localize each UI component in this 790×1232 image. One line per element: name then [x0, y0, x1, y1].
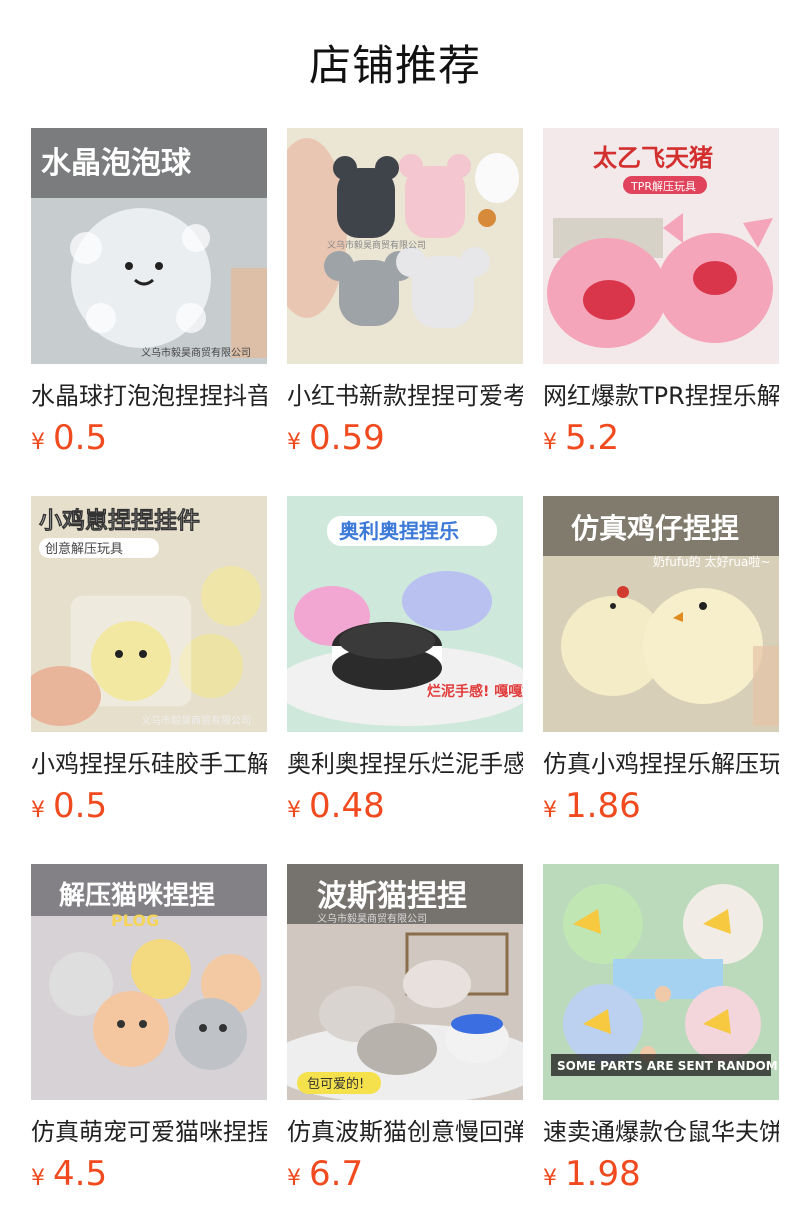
currency-symbol: ¥: [31, 1166, 45, 1191]
product-image[interactable]: 小鸡崽捏捏挂件 创意解压玩具 义乌市毅昊商贸有限公司: [31, 496, 267, 732]
thumb-banner: 仿真鸡仔捏捏: [571, 512, 739, 545]
product-price: ¥6.7: [287, 1154, 363, 1194]
product-image[interactable]: 解压猫咪捏捏 PLOG: [31, 864, 267, 1100]
thumb-subtext: TPR解压玩具: [630, 179, 696, 193]
thumb-banner: 解压猫咪捏捏: [59, 881, 215, 911]
product-name[interactable]: 小红书新款捏捏可爱考拉小熊: [287, 378, 523, 414]
product-image[interactable]: 仿真鸡仔捏捏 奶fufu的 太好rua啦~: [543, 496, 779, 732]
thumb-banner: 水晶泡泡球: [41, 146, 192, 181]
chick-icon: 小鸡崽捏捏挂件 创意解压玩具 义乌市毅昊商贸有限公司: [31, 496, 267, 732]
product-image[interactable]: 奥利奥捏捏乐 烂泥手感! 嘎嘎好捏!: [287, 496, 523, 732]
product-grid: 水晶泡泡球 义乌市毅昊商贸有限公司 水晶球打泡泡捏捏抖音同款 ¥0.5: [0, 0, 790, 1232]
bear-koala-icon: 义乌市毅昊商贸有限公司: [287, 128, 523, 364]
thumb-watermark: 义乌市毅昊商贸有限公司: [141, 346, 251, 359]
product-price: ¥0.59: [287, 418, 385, 458]
product-name[interactable]: 小鸡捏捏乐硅胶手工解压玩具: [31, 746, 267, 782]
oreo-icon: 奥利奥捏捏乐 烂泥手感! 嘎嘎好捏!: [287, 496, 523, 732]
thumb-banner: 太乙飞天猪: [593, 144, 713, 172]
currency-symbol: ¥: [287, 1166, 301, 1191]
cat-icon: 解压猫咪捏捏 PLOG: [31, 864, 267, 1100]
persian-cat-icon: 波斯猫捏捏 义乌市毅昊商贸有限公司 包可爱的!: [287, 864, 523, 1100]
currency-symbol: ¥: [543, 798, 557, 823]
price-value: 1.86: [565, 786, 641, 826]
product-price: ¥1.98: [543, 1154, 641, 1194]
price-value: 4.5: [53, 1154, 108, 1194]
product-image[interactable]: 水晶泡泡球 义乌市毅昊商贸有限公司: [31, 128, 267, 364]
product-name[interactable]: 仿真萌宠可爱猫咪捏捏乐: [31, 1114, 267, 1150]
thumb-banner: 小鸡崽捏捏挂件: [39, 507, 200, 534]
currency-symbol: ¥: [31, 798, 45, 823]
hamster-icon: SOME PARTS ARE SENT RANDOM: [543, 864, 779, 1100]
price-value: 0.48: [309, 786, 385, 826]
currency-symbol: ¥: [287, 798, 301, 823]
product-price: ¥0.5: [31, 418, 107, 458]
product-name[interactable]: 速卖通爆款仓鼠华夫饼捏捏: [543, 1114, 779, 1150]
product-image[interactable]: SOME PARTS ARE SENT RANDOM: [543, 864, 779, 1100]
thumb-watermark: 义乌市毅昊商贸有限公司: [317, 912, 427, 925]
price-value: 0.59: [309, 418, 385, 458]
price-value: 0.5: [53, 786, 108, 826]
price-value: 0.5: [53, 418, 108, 458]
product-name[interactable]: 奥利奥捏捏乐烂泥手感解压: [287, 746, 523, 782]
currency-symbol: ¥: [31, 430, 45, 455]
product-image[interactable]: 太乙飞天猪 TPR解压玩具: [543, 128, 779, 364]
product-image[interactable]: 波斯猫捏捏 义乌市毅昊商贸有限公司 包可爱的!: [287, 864, 523, 1100]
product-name[interactable]: 仿真波斯猫创意慢回弹解压: [287, 1114, 523, 1150]
product-price: ¥0.48: [287, 786, 385, 826]
pig-icon: 太乙飞天猪 TPR解压玩具: [543, 128, 779, 364]
thumb-banner: 波斯猫捏捏: [317, 879, 467, 914]
product-price: ¥4.5: [31, 1154, 107, 1194]
thumb-subtext: 烂泥手感! 嘎嘎好捏!: [427, 683, 523, 700]
thumb-subtext: 创意解压玩具: [45, 541, 123, 557]
currency-symbol: ¥: [287, 430, 301, 455]
price-value: 6.7: [309, 1154, 364, 1194]
product-price: ¥1.86: [543, 786, 641, 826]
product-price: ¥0.5: [31, 786, 107, 826]
price-value: 1.98: [565, 1154, 641, 1194]
product-name[interactable]: 水晶球打泡泡捏捏抖音同款: [31, 378, 267, 414]
thumb-subtext: 包可爱的!: [307, 1076, 364, 1092]
bubble-ball-icon: 水晶泡泡球 义乌市毅昊商贸有限公司: [31, 128, 267, 364]
product-name[interactable]: 网红爆款TPR捏捏乐解压玩具: [543, 378, 779, 414]
product-image[interactable]: 义乌市毅昊商贸有限公司: [287, 128, 523, 364]
product-price: ¥5.2: [543, 418, 619, 458]
price-value: 5.2: [565, 418, 620, 458]
thumb-banner: 奥利奥捏捏乐: [339, 519, 459, 543]
currency-symbol: ¥: [543, 1166, 557, 1191]
thumb-subtext: 奶fufu的 太好rua啦~: [653, 554, 770, 569]
thumb-watermark: 义乌市毅昊商贸有限公司: [327, 239, 426, 251]
chick-icon: 仿真鸡仔捏捏 奶fufu的 太好rua啦~: [543, 496, 779, 732]
thumb-subtext: SOME PARTS ARE SENT RANDOM: [557, 1059, 778, 1073]
currency-symbol: ¥: [543, 430, 557, 455]
product-name[interactable]: 仿真小鸡捏捏乐解压玩具: [543, 746, 779, 782]
thumb-subtext: PLOG: [111, 911, 159, 930]
thumb-watermark: 义乌市毅昊商贸有限公司: [141, 714, 251, 727]
